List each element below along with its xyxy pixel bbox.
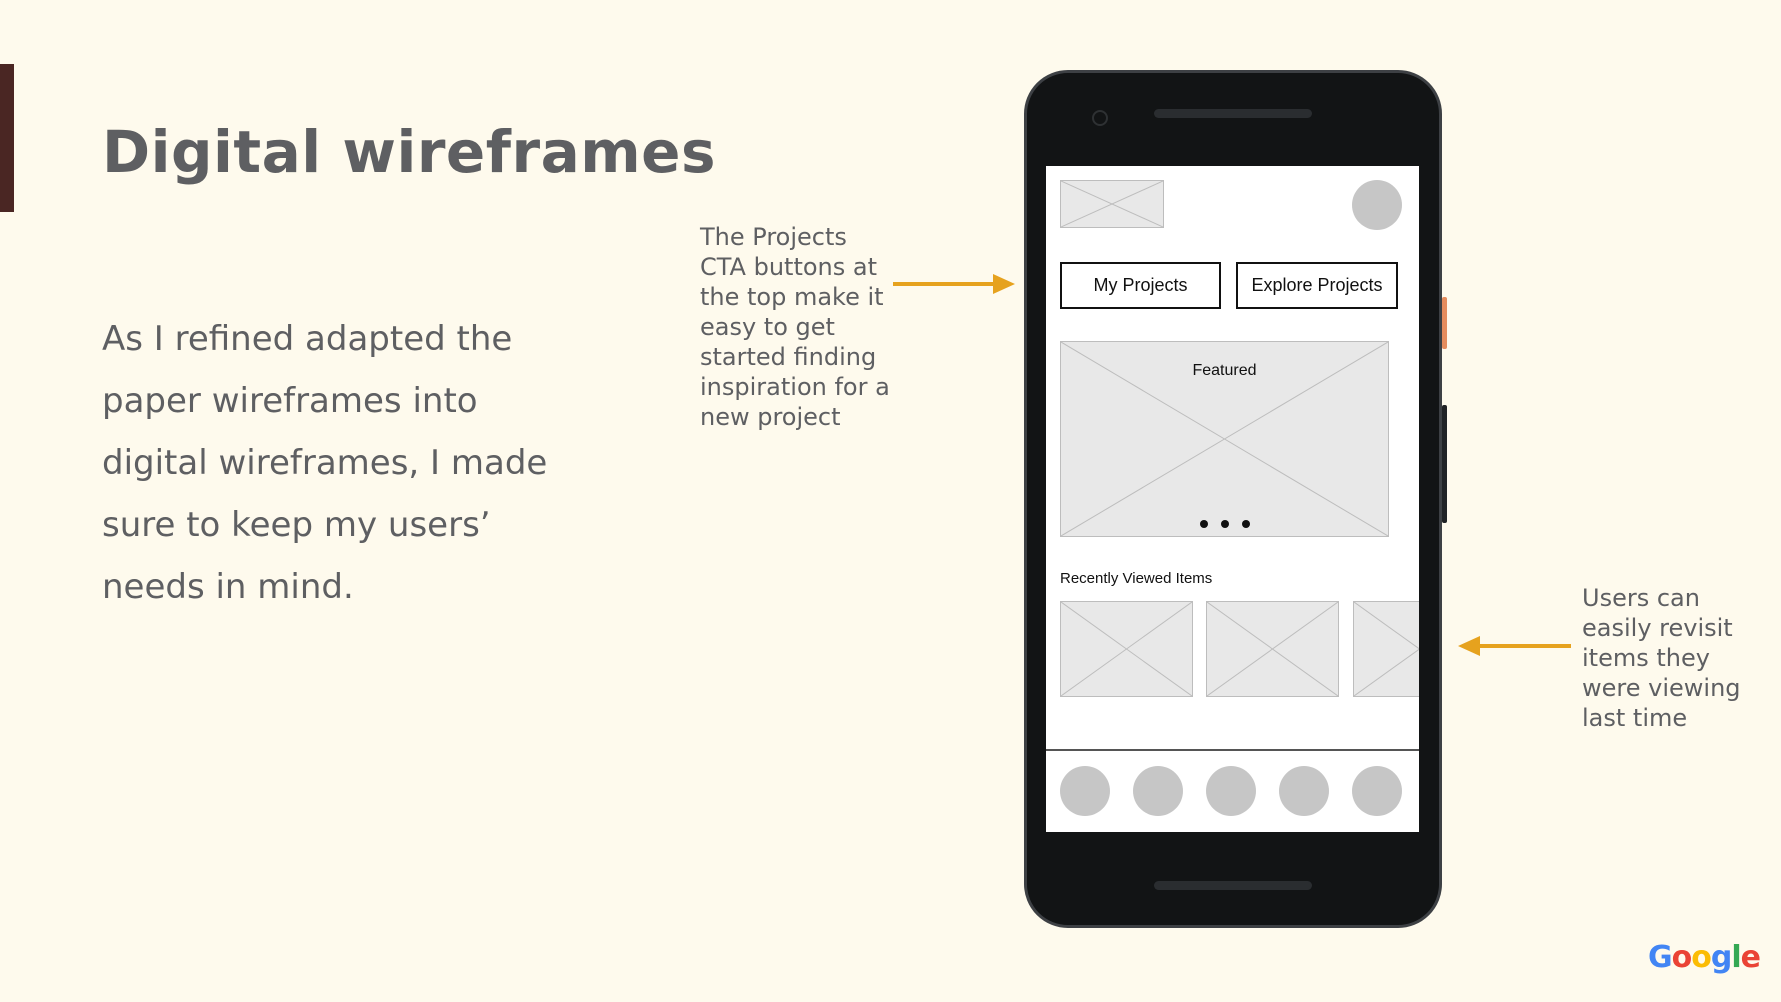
- nav-item-2[interactable]: [1133, 766, 1183, 816]
- annotation-cta: The Projects CTA buttons at the top make…: [700, 223, 890, 431]
- arrow-left-icon: [1458, 636, 1571, 656]
- recently-viewed-label: Recently Viewed Items: [1060, 570, 1213, 587]
- logo-placeholder: [1060, 180, 1164, 228]
- logo-letter: g: [1710, 940, 1733, 975]
- camera-icon: [1092, 110, 1108, 126]
- arrow-right-icon: [893, 274, 1015, 294]
- explore-projects-button[interactable]: Explore Projects: [1236, 262, 1398, 309]
- google-logo: Google: [1648, 940, 1761, 975]
- recent-item[interactable]: [1353, 601, 1419, 697]
- home-indicator: [1154, 881, 1312, 890]
- nav-item-4[interactable]: [1279, 766, 1329, 816]
- carousel-dot[interactable]: [1241, 520, 1250, 528]
- annotation-recent: Users can easily revisit items they were…: [1582, 584, 1741, 732]
- slide-body-text: As I refined adapted the paper wireframe…: [102, 319, 548, 607]
- logo-letter: l: [1731, 940, 1741, 975]
- featured-carousel[interactable]: Featured: [1060, 341, 1389, 537]
- my-projects-button[interactable]: My Projects: [1060, 262, 1221, 309]
- carousel-dots[interactable]: [1061, 520, 1388, 528]
- logo-letter: o: [1671, 940, 1693, 975]
- carousel-dot[interactable]: [1220, 520, 1229, 528]
- phone-side-button-orange: [1442, 297, 1447, 349]
- logo-letter: e: [1740, 940, 1761, 975]
- accent-bar: [0, 64, 14, 212]
- phone-side-button-dark: [1442, 405, 1447, 523]
- avatar[interactable]: [1352, 180, 1402, 230]
- logo-letter: G: [1648, 940, 1673, 975]
- slide-title: Digital wireframes: [102, 118, 717, 186]
- logo-letter: o: [1691, 940, 1712, 975]
- recent-item[interactable]: [1206, 601, 1339, 697]
- recent-item[interactable]: [1060, 601, 1193, 697]
- bottom-nav-divider: [1046, 749, 1419, 751]
- carousel-dot[interactable]: [1199, 520, 1208, 528]
- phone-screen: My Projects Explore Projects Featured Re…: [1046, 166, 1419, 832]
- nav-item-3[interactable]: [1206, 766, 1256, 816]
- nav-item-1[interactable]: [1060, 766, 1110, 816]
- featured-label: Featured: [1192, 362, 1257, 379]
- speaker-grille: [1154, 109, 1312, 118]
- nav-item-5[interactable]: [1352, 766, 1402, 816]
